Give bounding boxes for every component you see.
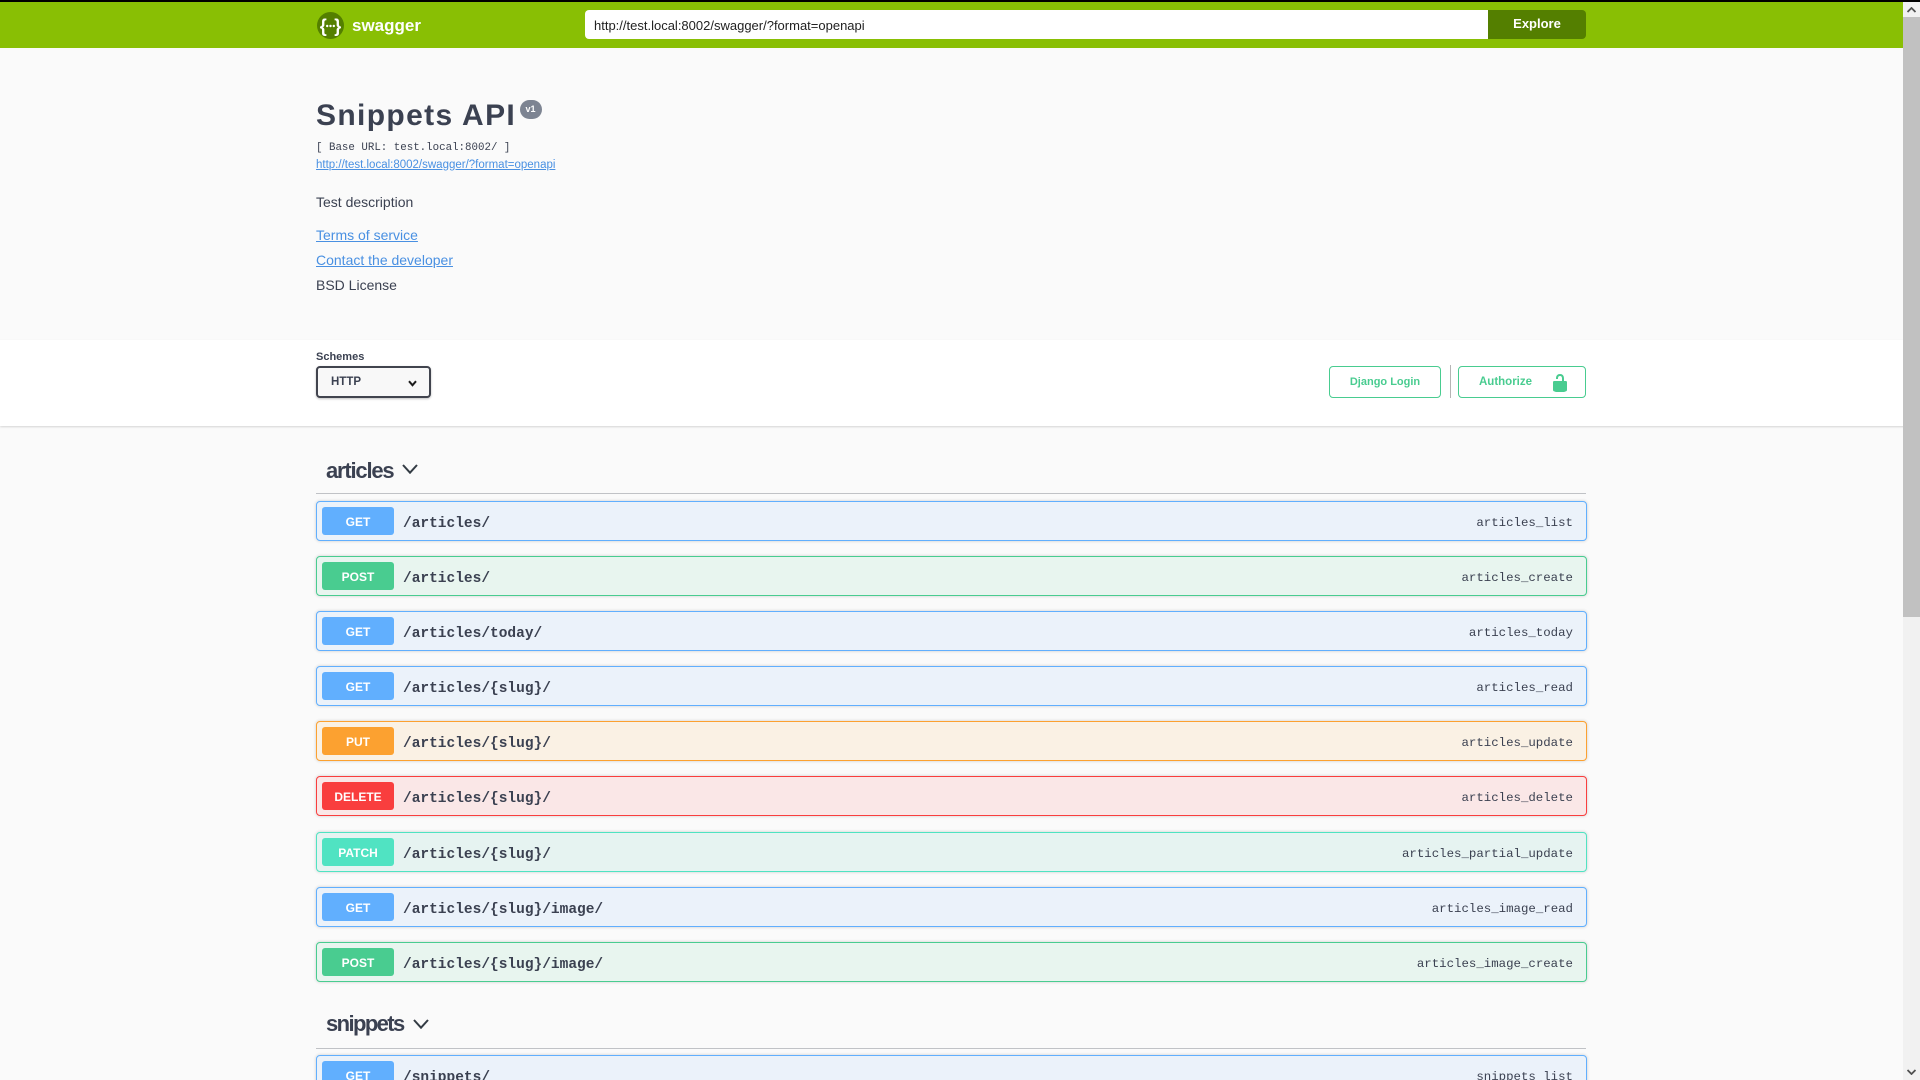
svg-text:{: { [320, 16, 327, 36]
svg-text:}: } [334, 16, 341, 36]
